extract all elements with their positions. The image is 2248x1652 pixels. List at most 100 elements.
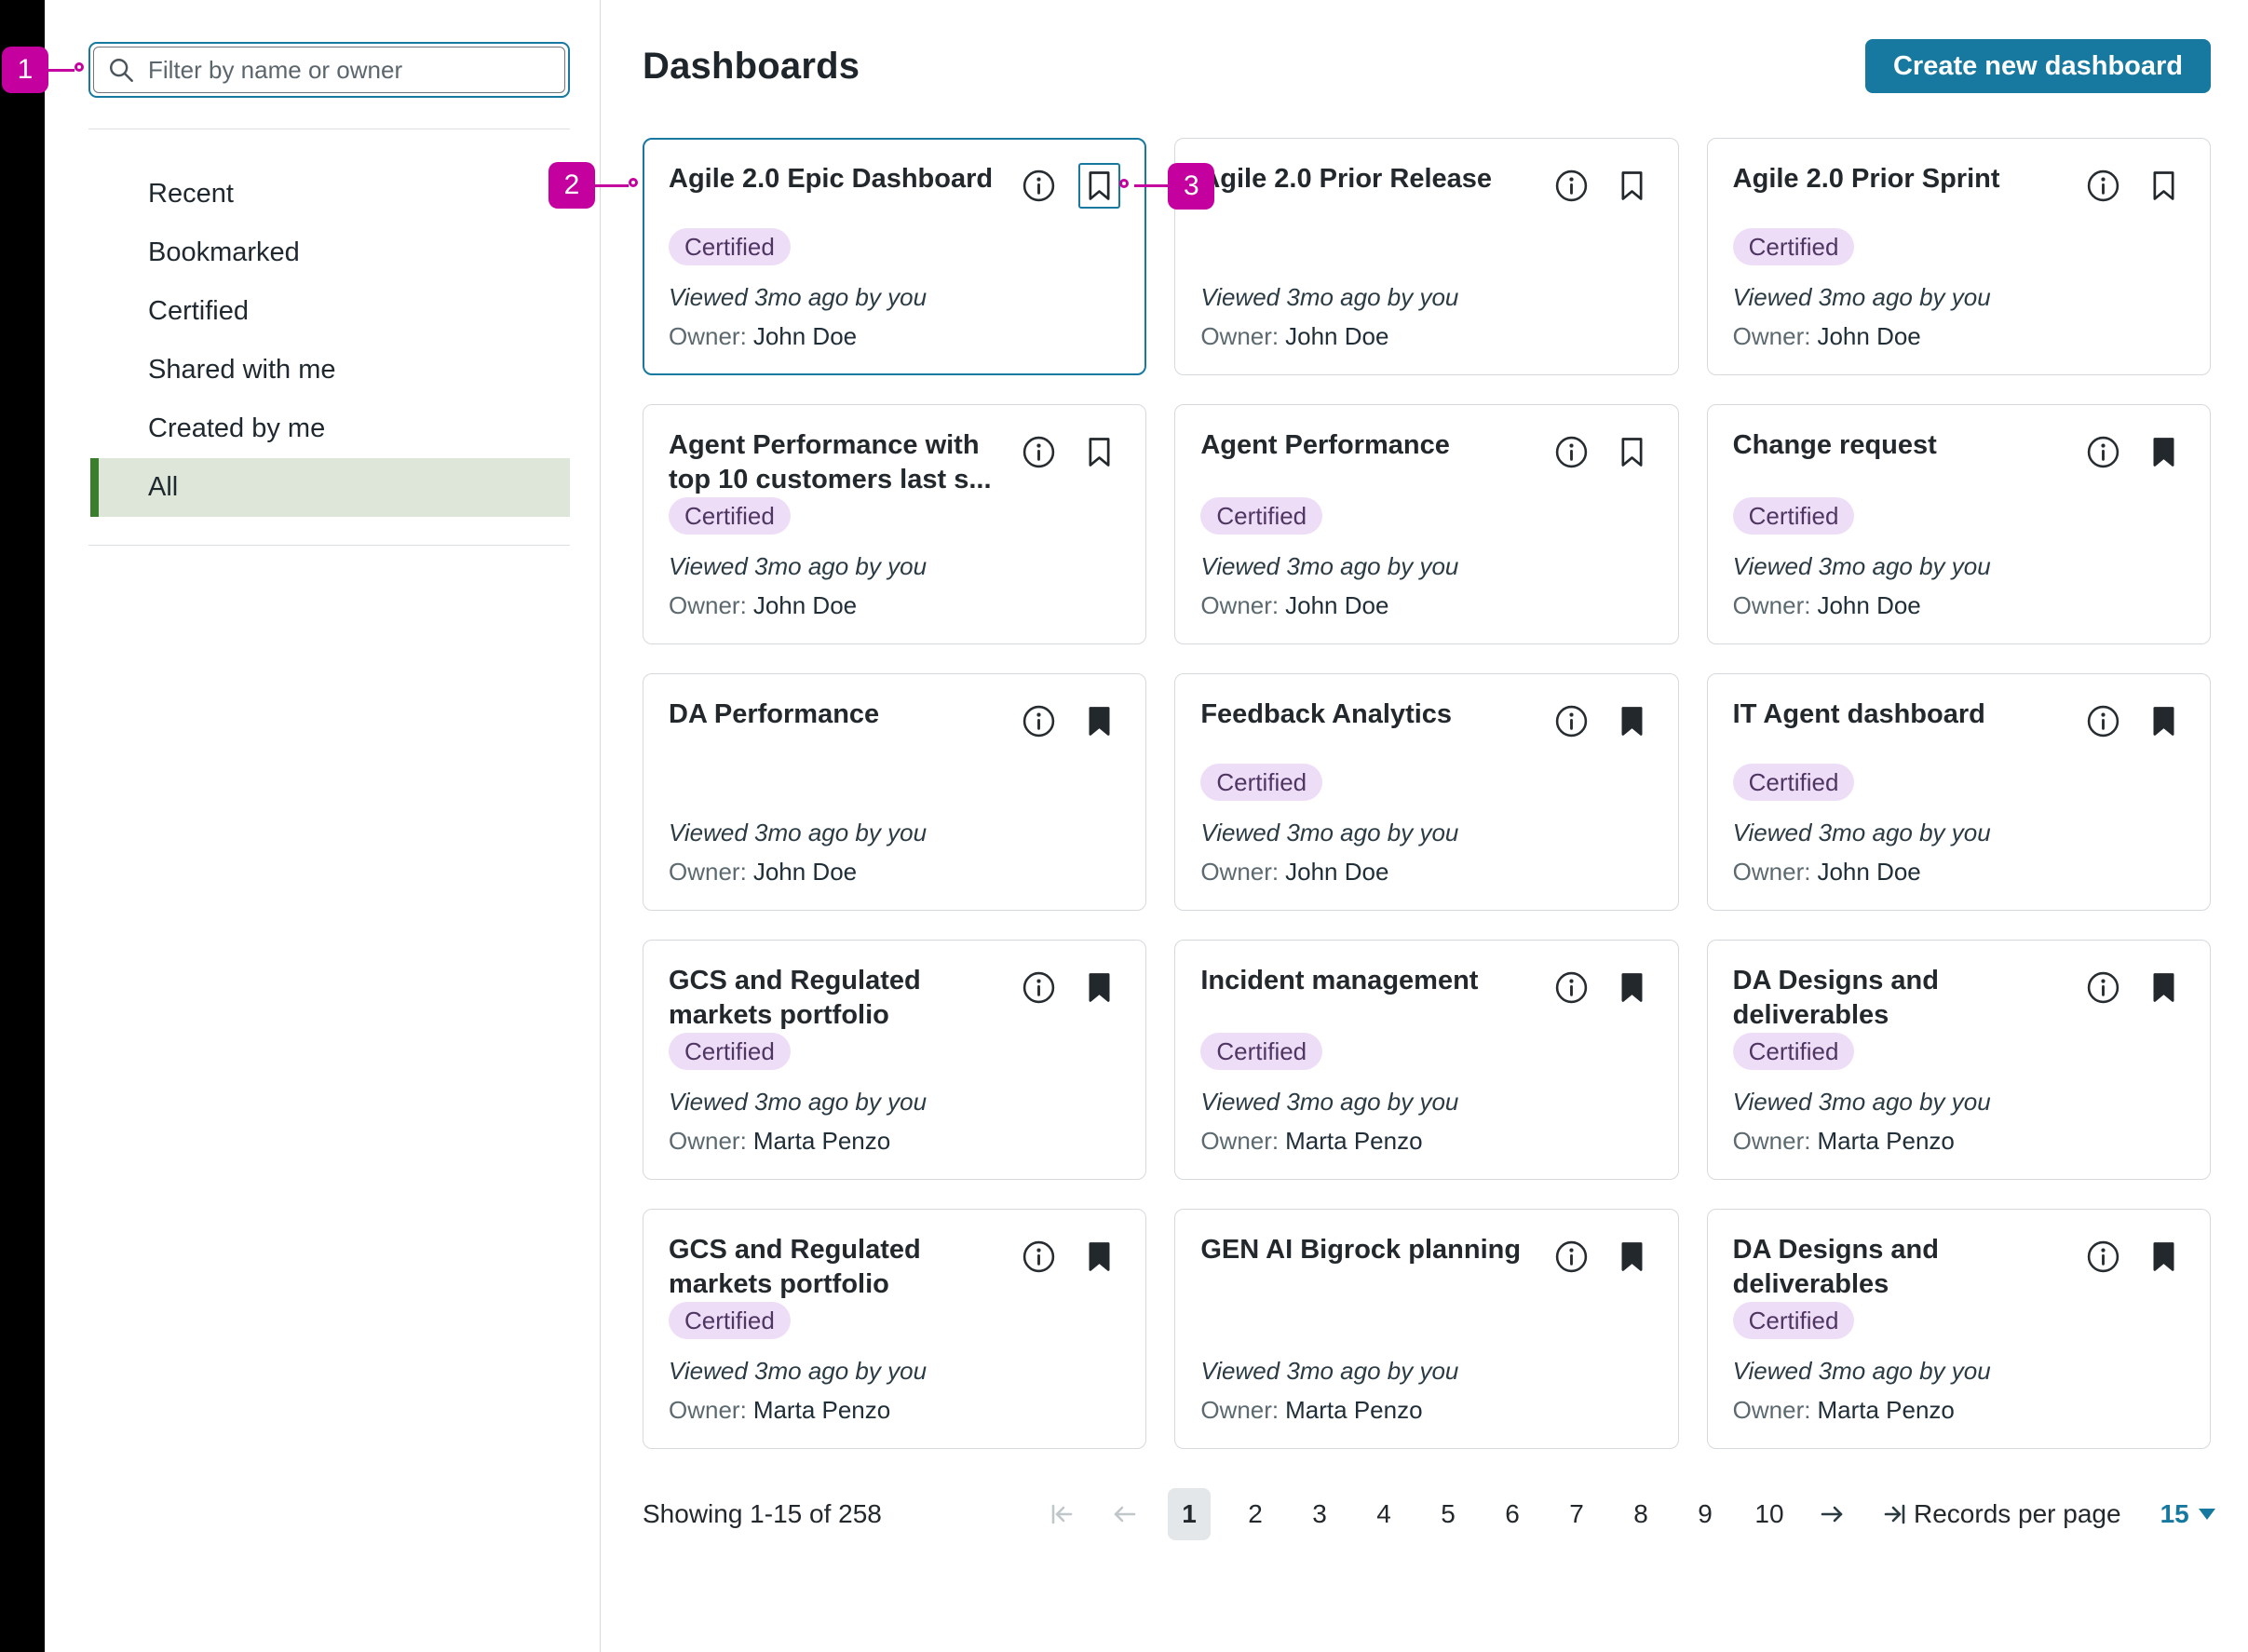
- dashboard-card[interactable]: Agent Performance with top 10 customers …: [643, 404, 1146, 644]
- certified-badge: Certified: [1733, 1302, 1855, 1339]
- sidebar-item-recent[interactable]: Recent: [90, 165, 570, 223]
- page-number-8[interactable]: 8: [1621, 1488, 1660, 1540]
- card-title: GCS and Regulated markets portfolio: [669, 964, 1022, 1033]
- info-icon[interactable]: [1022, 704, 1056, 738]
- certified-badge: Certified: [669, 1033, 791, 1070]
- card-owner-line: Owner:John Doe: [669, 591, 1120, 620]
- bookmark-icon[interactable]: [1078, 163, 1120, 209]
- dashboard-card[interactable]: GCS and Regulated markets portfolio: [643, 1209, 1146, 1449]
- card-header: Agile 2.0 Prior Sprint: [1733, 162, 2185, 209]
- first-page-icon[interactable]: [1043, 1488, 1080, 1540]
- info-icon[interactable]: [1022, 970, 1056, 1005]
- card-owner-line: Owner:Marta Penzo: [1733, 1396, 2185, 1425]
- sidebar-item-shared-with-me[interactable]: Shared with me: [90, 341, 570, 399]
- card-viewed-text: Viewed 3mo ago by you: [1733, 1357, 2185, 1386]
- info-icon[interactable]: [2086, 1239, 2120, 1274]
- page-number-5[interactable]: 5: [1429, 1488, 1468, 1540]
- bookmark-icon[interactable]: [1611, 429, 1653, 475]
- sidebar-item-all[interactable]: All: [90, 458, 570, 517]
- dashboard-card[interactable]: DA Designs and deliverables: [1707, 1209, 2211, 1449]
- card-meta: Certified Viewed 3mo ago by you Owner:Ma…: [669, 1302, 1120, 1425]
- bookmark-icon[interactable]: [2143, 698, 2185, 744]
- card-header: Agent Performance: [1200, 428, 1652, 475]
- card-viewed-text: Viewed 3mo ago by you: [1733, 283, 2185, 312]
- card-meta: Certified Viewed 3mo ago by you Owner:Jo…: [1200, 497, 1652, 620]
- owner-name: John Doe: [753, 322, 857, 350]
- owner-label: Owner:: [1733, 858, 1811, 886]
- dashboard-card[interactable]: Change request: [1707, 404, 2211, 644]
- page-number-10[interactable]: 10: [1750, 1488, 1789, 1540]
- info-icon[interactable]: [1022, 169, 1056, 203]
- bookmark-icon[interactable]: [1078, 1234, 1120, 1280]
- info-icon[interactable]: [2086, 970, 2120, 1005]
- bookmark-icon[interactable]: [2143, 429, 2185, 475]
- info-icon[interactable]: [1554, 169, 1589, 203]
- card-actions: [1554, 698, 1653, 744]
- certified-badge-row: Certified: [1733, 497, 2185, 535]
- search-input[interactable]: [148, 56, 551, 85]
- dashboard-card[interactable]: DA Performance: [643, 673, 1146, 911]
- previous-page-icon[interactable]: [1105, 1488, 1143, 1540]
- info-icon[interactable]: [1554, 1239, 1589, 1274]
- certified-badge: Certified: [669, 228, 791, 265]
- page-number-3[interactable]: 3: [1300, 1488, 1339, 1540]
- owner-name: John Doe: [1285, 322, 1388, 350]
- dashboard-card[interactable]: Agile 2.0 Prior Release: [1174, 138, 1678, 375]
- card-header: Agent Performance with top 10 customers …: [669, 428, 1120, 497]
- owner-label: Owner:: [669, 858, 747, 886]
- dashboard-card[interactable]: Incident management: [1174, 940, 1678, 1180]
- card-owner-line: Owner:John Doe: [1733, 322, 2185, 351]
- dashboard-card[interactable]: GCS and Regulated markets portfolio: [643, 940, 1146, 1180]
- card-viewed-text: Viewed 3mo ago by you: [1200, 1088, 1652, 1117]
- dashboard-card[interactable]: GEN AI Bigrock planning: [1174, 1209, 1678, 1449]
- page-number-7[interactable]: 7: [1557, 1488, 1596, 1540]
- page-number-4[interactable]: 4: [1364, 1488, 1403, 1540]
- last-page-icon[interactable]: [1876, 1488, 1914, 1540]
- bookmark-icon[interactable]: [2143, 965, 2185, 1010]
- dashboard-card[interactable]: Feedback Analytics: [1174, 673, 1678, 911]
- card-owner-line: Owner:Marta Penzo: [669, 1396, 1120, 1425]
- bookmark-icon[interactable]: [2143, 163, 2185, 209]
- card-title: Agile 2.0 Prior Sprint: [1733, 162, 2086, 196]
- create-new-dashboard-button[interactable]: Create new dashboard: [1865, 39, 2211, 93]
- card-meta: Certified Viewed 3mo ago by you Owner:Jo…: [1733, 228, 2185, 351]
- next-page-icon[interactable]: [1814, 1488, 1851, 1540]
- card-viewed-text: Viewed 3mo ago by you: [1733, 1088, 2185, 1117]
- card-actions: [1022, 163, 1120, 209]
- bookmark-icon[interactable]: [1611, 698, 1653, 744]
- info-icon[interactable]: [1554, 970, 1589, 1005]
- page-number-9[interactable]: 9: [1686, 1488, 1725, 1540]
- owner-name: John Doe: [1285, 591, 1388, 619]
- bookmark-icon[interactable]: [2143, 1234, 2185, 1280]
- bookmark-icon[interactable]: [1078, 965, 1120, 1010]
- sidebar-item-certified[interactable]: Certified: [90, 282, 570, 341]
- bookmark-icon[interactable]: [1078, 429, 1120, 475]
- info-icon[interactable]: [2086, 704, 2120, 738]
- info-icon[interactable]: [1022, 435, 1056, 469]
- page-number-6[interactable]: 6: [1493, 1488, 1532, 1540]
- info-icon[interactable]: [1022, 1239, 1056, 1274]
- card-header: GCS and Regulated markets portfolio: [669, 964, 1120, 1033]
- card-viewed-text: Viewed 3mo ago by you: [669, 819, 1120, 847]
- dashboard-card[interactable]: DA Designs and deliverables: [1707, 940, 2211, 1180]
- page-number-1[interactable]: 1: [1168, 1488, 1211, 1540]
- bookmark-icon[interactable]: [1611, 1234, 1653, 1280]
- bookmark-icon[interactable]: [1611, 965, 1653, 1010]
- dashboard-card[interactable]: IT Agent dashboard: [1707, 673, 2211, 911]
- bookmark-icon[interactable]: [1078, 698, 1120, 744]
- card-title: Agent Performance: [1200, 428, 1553, 463]
- records-per-page-select[interactable]: 15: [2160, 1499, 2215, 1529]
- dashboard-card[interactable]: Agile 2.0 Epic Dashboard: [643, 138, 1146, 375]
- info-icon[interactable]: [1554, 704, 1589, 738]
- sidebar-item-bookmarked[interactable]: Bookmarked: [90, 223, 570, 282]
- card-header: GEN AI Bigrock planning: [1200, 1233, 1652, 1280]
- card-meta: Certified Viewed 3mo ago by you Owner:Jo…: [1200, 228, 1652, 351]
- info-icon[interactable]: [2086, 435, 2120, 469]
- bookmark-icon[interactable]: [1611, 163, 1653, 209]
- sidebar-item-created-by-me[interactable]: Created by me: [90, 399, 570, 458]
- info-icon[interactable]: [2086, 169, 2120, 203]
- info-icon[interactable]: [1554, 435, 1589, 469]
- page-number-2[interactable]: 2: [1236, 1488, 1275, 1540]
- dashboard-card[interactable]: Agent Performance: [1174, 404, 1678, 644]
- dashboard-card[interactable]: Agile 2.0 Prior Sprint: [1707, 138, 2211, 375]
